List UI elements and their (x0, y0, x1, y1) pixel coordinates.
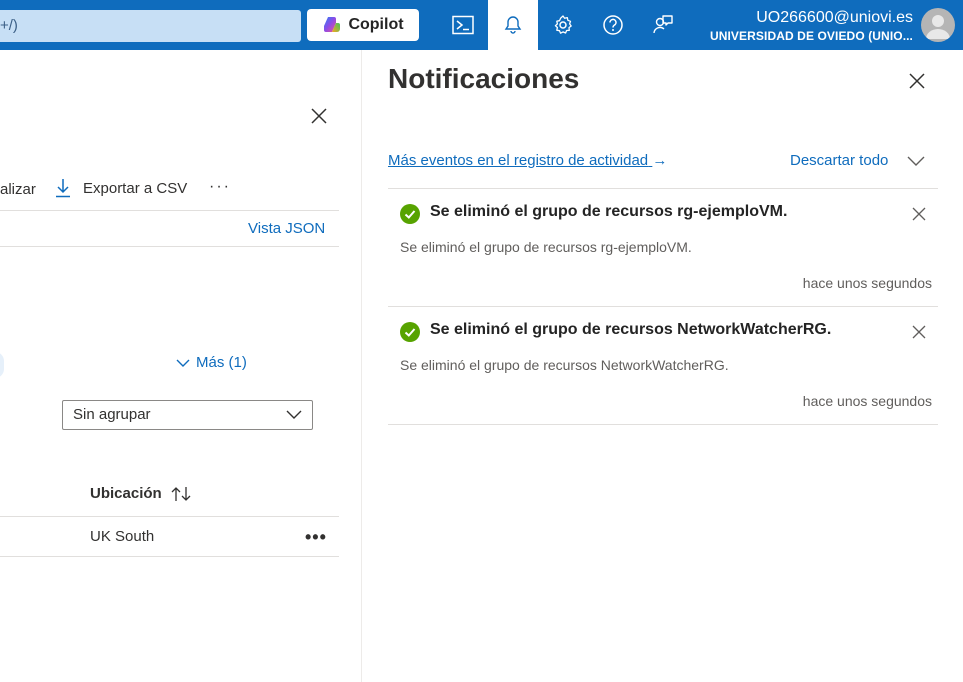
account-org: UNIVERSIDAD DE OVIEDO (UNIO... (709, 29, 913, 43)
copilot-label: Copilot (348, 16, 404, 33)
header-divider (0, 516, 339, 517)
panel-title: Notificaciones (388, 63, 580, 94)
settings-button[interactable] (538, 0, 588, 50)
filters-more-button[interactable]: Más (1) (176, 354, 247, 371)
copilot-icon (324, 17, 341, 32)
help-button[interactable] (588, 0, 638, 50)
chevron-down-icon (176, 359, 190, 367)
success-check-icon (400, 204, 420, 224)
notifications-button[interactable] (488, 0, 538, 50)
filters-more-label: Más (1) (196, 354, 247, 371)
notification-item[interactable]: Se eliminó el grupo de recursos rg-ejemp… (388, 189, 938, 306)
close-icon[interactable] (912, 325, 926, 339)
notification-body: Se eliminó el grupo de recursos NetworkW… (400, 357, 729, 373)
toolbar-more-button[interactable]: ··· (209, 178, 231, 196)
notifications-panel: Notificaciones Más eventos en el registr… (363, 50, 963, 682)
copilot-button[interactable]: Copilot (307, 9, 419, 41)
toolbar-divider (0, 210, 339, 211)
close-icon[interactable] (908, 72, 926, 90)
column-header-label: Ubicación (90, 485, 162, 502)
bell-icon (504, 16, 522, 34)
toolbar-refresh[interactable]: alizar (0, 181, 36, 198)
sort-icon (171, 486, 191, 501)
export-csv-label: Exportar a CSV (83, 179, 188, 197)
notification-title: Se eliminó el grupo de recursos NetworkW… (430, 321, 832, 338)
grouping-select[interactable]: Sin agrupar (62, 400, 313, 430)
notification-body: Se eliminó el grupo de recursos rg-ejemp… (400, 239, 692, 255)
user-icon (926, 15, 950, 39)
feedback-button[interactable] (638, 0, 688, 50)
account-info[interactable]: UO266600@uniovi.es UNIVERSIDAD DE OVIEDO… (710, 8, 913, 44)
terminal-icon (452, 15, 474, 35)
export-csv-button[interactable]: Exportar a CSV (55, 178, 187, 198)
notification-time: hace unos segundos (802, 275, 932, 291)
notification-title: Se eliminó el grupo de recursos rg-ejemp… (430, 203, 788, 220)
top-bar: +/) Copilot UO266600@uniovi.es UNIVERSID… (0, 0, 963, 50)
notification-time: hace unos segundos (802, 393, 932, 409)
search-input[interactable]: +/) (0, 10, 301, 42)
dismiss-all-button[interactable]: Descartar todo (790, 152, 888, 169)
activity-log-link[interactable]: Más eventos en el registro de actividad … (388, 152, 667, 169)
row-menu-button[interactable]: ••• (305, 527, 327, 548)
cloud-shell-button[interactable] (438, 0, 488, 50)
notification-item[interactable]: Se eliminó el grupo de recursos NetworkW… (388, 307, 938, 424)
help-icon (603, 15, 623, 35)
success-check-icon (400, 322, 420, 342)
essentials-divider (0, 246, 339, 247)
account-email: UO266600@uniovi.es (756, 9, 913, 26)
json-view-link[interactable]: Vista JSON (248, 220, 325, 237)
download-icon (56, 179, 70, 198)
row-divider (0, 556, 339, 557)
grouping-value: Sin agrupar (73, 406, 151, 423)
table-cell-location: UK South (90, 528, 155, 545)
gear-icon (554, 15, 572, 34)
feedback-icon (653, 15, 673, 34)
blade-close-icon[interactable] (310, 107, 328, 125)
notification-divider (388, 424, 938, 425)
activity-log-label: Más eventos en el registro de actividad (388, 152, 649, 169)
column-header-location[interactable]: Ubicación (90, 485, 192, 502)
arrow-right-icon: → (652, 152, 668, 169)
chevron-down-icon[interactable] (906, 154, 926, 168)
avatar[interactable] (921, 8, 955, 42)
chevron-down-icon (286, 410, 302, 419)
close-icon[interactable] (912, 207, 926, 221)
